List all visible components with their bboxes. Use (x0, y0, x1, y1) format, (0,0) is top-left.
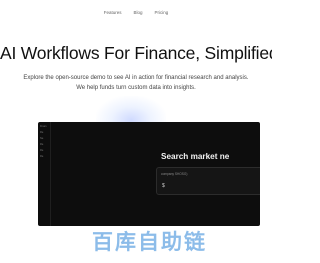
demo-search-box[interactable]: $ (156, 167, 260, 195)
hero-title: AI Workflows For Finance, Simplified (0, 43, 272, 63)
watermark: 百库自助链 (92, 230, 207, 254)
demo-sidebar: Finan Re Ne Re Re Re (38, 122, 51, 226)
demo-title: Search market ne (161, 152, 230, 161)
top-nav: Features Blog Pricing (0, 10, 272, 15)
demo-sidebar-item[interactable]: Re (40, 149, 50, 152)
nav-item-features[interactable]: Features (104, 10, 122, 15)
nav-item-pricing[interactable]: Pricing (155, 10, 169, 15)
demo-sidebar-item[interactable]: Ne (40, 137, 50, 140)
page: Features Blog Pricing AI Workflows For F… (0, 0, 272, 263)
nav-item-blog[interactable]: Blog (133, 10, 142, 15)
demo-sidebar-item[interactable]: Re (40, 131, 50, 134)
dollar-icon: $ (162, 183, 165, 189)
demo-app-window: Finan Re Ne Re Re Re Search market ne $ (38, 122, 260, 226)
demo-sidebar-item[interactable]: Re (40, 155, 50, 158)
demo-sidebar-item[interactable]: Re (40, 143, 50, 146)
hero-subtitle: Explore the open-source demo to see AI i… (23, 75, 249, 91)
demo-search-input[interactable] (161, 172, 260, 176)
demo-sidebar-item[interactable]: Finan (40, 125, 50, 128)
